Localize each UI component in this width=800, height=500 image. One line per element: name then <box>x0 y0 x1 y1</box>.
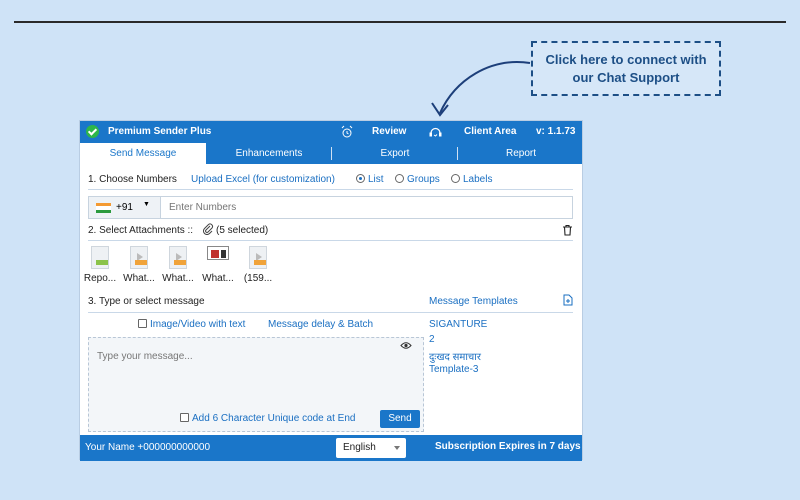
chevron-down-icon <box>394 446 400 450</box>
groups-radio[interactable] <box>395 174 404 183</box>
image-video-checkbox[interactable] <box>138 319 147 328</box>
phone-input-row: +91 ▼ <box>88 196 573 219</box>
country-code-select[interactable]: +91 ▼ <box>89 197 161 218</box>
chat-support-icon[interactable] <box>428 125 443 139</box>
attachment-item[interactable]: What... <box>121 246 157 284</box>
list-radio[interactable] <box>356 174 365 183</box>
tab-bar: Send Message Enhancements Export Report <box>80 143 582 164</box>
message-templates-link[interactable]: Message Templates <box>429 296 518 307</box>
alarm-icon[interactable] <box>340 125 354 139</box>
attachment-name: What... <box>202 273 234 284</box>
subscription-status: Subscription Expires in 7 days <box>435 441 581 452</box>
paperclip-icon <box>202 223 213 235</box>
numbers-input[interactable] <box>169 200 559 215</box>
send-button[interactable]: Send <box>380 410 420 428</box>
template-item[interactable]: Template-3 <box>429 364 478 375</box>
labels-radio[interactable] <box>451 174 460 183</box>
top-divider <box>14 21 786 23</box>
trash-icon[interactable] <box>562 224 573 236</box>
tab-report[interactable]: Report <box>458 143 584 164</box>
unique-code-label[interactable]: Add 6 Character Unique code at End <box>192 413 355 424</box>
review-link[interactable]: Review <box>372 126 406 137</box>
india-flag-icon <box>96 203 111 213</box>
chevron-down-icon: ▼ <box>143 201 150 208</box>
tab-send-message[interactable]: Send Message <box>80 143 206 164</box>
extension-window: Premium Sender Plus Review Client Area v… <box>79 120 583 461</box>
attachments-count: (5 selected) <box>216 225 269 236</box>
video-file-icon <box>249 246 267 269</box>
version-label: v: 1.1.73 <box>536 126 576 137</box>
section-divider <box>88 189 573 190</box>
section-divider <box>88 312 573 313</box>
footer-bar: Your Name +000000000000 English Subscrip… <box>80 435 582 461</box>
attachment-item[interactable]: What... <box>200 246 236 284</box>
video-file-icon <box>169 246 187 269</box>
attachment-name: (159... <box>243 273 273 284</box>
callout-line-1: Click here to connect with <box>545 52 707 67</box>
list-radio-label[interactable]: List <box>368 174 384 185</box>
language-value: English <box>343 442 376 453</box>
eye-icon[interactable] <box>400 341 412 350</box>
image-video-label[interactable]: Image/Video with text <box>150 319 245 330</box>
type-message-label: 3. Type or select message <box>88 296 205 307</box>
template-item[interactable]: दुःखद समाचार <box>429 349 481 363</box>
attachment-item[interactable]: (159... <box>240 246 276 284</box>
video-file-icon <box>130 246 148 269</box>
attachment-name: Repo... <box>83 273 117 284</box>
unique-code-checkbox[interactable] <box>180 413 189 422</box>
app-name: Premium Sender Plus <box>108 126 212 137</box>
image-thumbnail <box>207 246 229 260</box>
chat-support-callout: Click here to connect with our Chat Supp… <box>531 41 721 96</box>
tab-enhancements[interactable]: Enhancements <box>206 143 332 164</box>
add-template-icon[interactable] <box>563 294 573 306</box>
attachment-name: What... <box>123 273 155 284</box>
tab-export[interactable]: Export <box>332 143 458 164</box>
attachment-item[interactable]: Repo... <box>82 246 118 284</box>
choose-numbers-label: 1. Choose Numbers <box>88 174 177 185</box>
section-divider <box>88 240 573 241</box>
upload-excel-link[interactable]: Upload Excel (for customization) <box>191 174 335 185</box>
groups-radio-label[interactable]: Groups <box>407 174 440 185</box>
callout-arrow-icon <box>431 61 531 117</box>
callout-line-2: our Chat Support <box>572 70 680 85</box>
title-bar: Premium Sender Plus Review Client Area v… <box>80 121 582 143</box>
labels-radio-label[interactable]: Labels <box>463 174 492 185</box>
attachment-item[interactable]: What... <box>160 246 196 284</box>
user-name: Your Name +000000000000 <box>85 442 211 453</box>
country-code-value: +91 <box>116 202 133 213</box>
message-placeholder: Type your message... <box>97 351 193 362</box>
template-item[interactable]: 2 <box>429 334 435 345</box>
select-attachments-label: 2. Select Attachments :: <box>88 225 194 236</box>
template-item[interactable]: SIGANTURE <box>429 319 487 330</box>
spreadsheet-file-icon <box>91 246 109 269</box>
language-select[interactable]: English <box>336 438 406 458</box>
attachment-name: What... <box>162 273 194 284</box>
message-delay-link[interactable]: Message delay & Batch <box>268 319 373 330</box>
client-area-link[interactable]: Client Area <box>464 126 516 137</box>
status-ok-icon <box>86 125 99 138</box>
